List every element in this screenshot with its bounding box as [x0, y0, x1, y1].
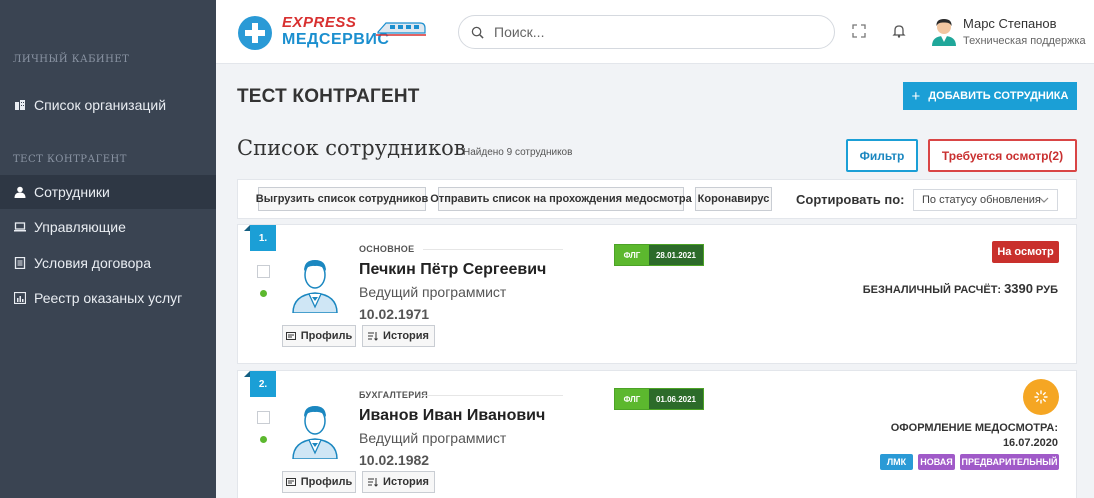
- history-list-icon: [368, 332, 378, 341]
- train-icon: [376, 22, 426, 36]
- history-label: История: [383, 330, 429, 342]
- sidebar-item-label: Условия договора: [34, 255, 151, 271]
- sidebar: ЛИЧНЫЙ КАБИНЕТ Список организаций ТЕСТ К…: [0, 0, 216, 498]
- tag-new: НОВАЯ: [918, 454, 955, 470]
- employee-number-badge: 2.: [244, 371, 276, 397]
- history-button[interactable]: История: [362, 325, 435, 347]
- profile-button[interactable]: Профиль: [282, 471, 356, 493]
- employee-list-title: Список сотрудников: [237, 136, 466, 160]
- employee-toolbar: Выгрузить список сотрудников Отправить с…: [237, 179, 1077, 219]
- user-name[interactable]: Марс Степанов: [963, 16, 1057, 31]
- sidebar-item-contract[interactable]: Условия договора: [0, 246, 216, 280]
- id-card-icon: [285, 478, 296, 486]
- search-input[interactable]: [494, 24, 814, 40]
- sidebar-section-personal: ЛИЧНЫЙ КАБИНЕТ: [13, 54, 130, 65]
- flg-label: ФЛГ: [615, 389, 649, 409]
- sidebar-item-organizations[interactable]: Список организаций: [0, 88, 216, 122]
- sidebar-item-label: Сотрудники: [34, 184, 110, 200]
- employee-card: 2. БУХГАЛТЕРИЯ Иванов Иван Иванович Веду…: [237, 370, 1077, 498]
- medical-cross-icon: [238, 16, 272, 50]
- employee-checkbox[interactable]: [257, 265, 270, 278]
- document-icon: [14, 257, 26, 269]
- flg-label: ФЛГ: [615, 245, 649, 265]
- laptop-icon: [14, 221, 26, 233]
- profile-button[interactable]: Профиль: [282, 325, 356, 347]
- fullscreen-icon[interactable]: [852, 24, 866, 38]
- logo-medservice: МЕДСЕРВИС: [282, 31, 390, 48]
- building-icon: [14, 99, 26, 111]
- id-card-icon: [285, 332, 296, 340]
- payment-currency: РУБ: [1036, 284, 1058, 296]
- employee-count: Найдено 9 сотрудников: [463, 147, 573, 158]
- history-button[interactable]: История: [362, 471, 435, 493]
- history-label: История: [383, 476, 429, 488]
- employee-avatar-icon: [292, 260, 338, 313]
- pending-spinner-icon: [1023, 379, 1059, 415]
- employee-position: Ведущий программист: [359, 430, 507, 446]
- sidebar-item-employees[interactable]: Сотрудники: [0, 175, 216, 209]
- profile-label: Профиль: [300, 330, 353, 342]
- employee-position: Ведущий программист: [359, 284, 507, 300]
- sort-label: Сортировать по:: [796, 192, 905, 207]
- sidebar-item-label: Управляющие: [34, 219, 126, 235]
- sidebar-item-label: Реестр оказаных услуг: [34, 290, 183, 306]
- history-list-icon: [368, 478, 378, 487]
- chevron-down-icon: [1039, 197, 1049, 203]
- user-role: Техническая поддержка: [963, 35, 1086, 47]
- top-header: EXPRESS МЕДСЕРВИС Марс Степанов Техничес…: [216, 0, 1094, 64]
- flg-date: 28.01.2021: [649, 245, 703, 265]
- payment-label: БЕЗНАЛИЧНЫЙ РАСЧЁТ:: [862, 284, 1001, 296]
- chart-icon: [14, 292, 26, 304]
- employee-birthdate: 10.02.1971: [359, 306, 430, 322]
- coronavirus-button[interactable]: Коронавирус: [695, 187, 772, 211]
- employee-name[interactable]: Печкин Пётр Сергеевич: [359, 261, 546, 279]
- employee-checkbox[interactable]: [257, 411, 270, 424]
- status-badge-to-exam[interactable]: На осмотр: [992, 241, 1059, 263]
- bell-icon[interactable]: [892, 24, 906, 38]
- online-status-dot: [260, 290, 267, 297]
- send-to-exam-button[interactable]: Отправить список на прохождения медосмот…: [430, 187, 692, 211]
- sidebar-item-services[interactable]: Реестр оказаных услуг: [0, 281, 216, 315]
- process-label: ОФОРМЛЕНИЕ МЕДОСМОТРА:: [890, 422, 1058, 434]
- payment-info: БЕЗНАЛИЧНЫЙ РАСЧЁТ: 3390 РУБ: [863, 281, 1058, 296]
- payment-amount: 3390: [1004, 281, 1033, 296]
- employee-card: 1. ОСНОВНОЕ Печкин Пётр Сергеевич Ведущи…: [237, 224, 1077, 364]
- logo[interactable]: EXPRESS МЕДСЕРВИС: [238, 12, 428, 52]
- employee-name[interactable]: Иванов Иван Иванович: [359, 407, 545, 425]
- profile-label: Профиль: [300, 476, 353, 488]
- employee-department: ОСНОВНОЕ: [359, 244, 565, 254]
- flg-date: 01.06.2021: [649, 389, 703, 409]
- user-avatar[interactable]: [930, 16, 958, 46]
- exam-required-button[interactable]: Требуется осмотр(2): [928, 139, 1077, 172]
- filter-button[interactable]: Фильтр: [846, 139, 918, 172]
- fluorography-badge: ФЛГ 28.01.2021: [614, 244, 704, 266]
- sidebar-section-company: ТЕСТ КОНТРАГЕНТ: [13, 154, 127, 165]
- export-employees-button[interactable]: Выгрузить список сотрудников: [256, 187, 428, 211]
- process-date: 16.07.2020: [1002, 437, 1058, 449]
- plus-icon: +: [911, 87, 921, 105]
- search-bar[interactable]: [458, 15, 835, 49]
- sort-select[interactable]: По статусу обновления: [913, 189, 1058, 211]
- sidebar-item-managers[interactable]: Управляющие: [0, 210, 216, 244]
- add-employee-label: ДОБАВИТЬ СОТРУДНИКА: [928, 90, 1069, 102]
- tag-lmk: ЛМК: [880, 454, 913, 470]
- page-title: ТЕСТ КОНТРАГЕНТ: [237, 86, 420, 107]
- sort-value: По статусу обновления: [922, 194, 1041, 206]
- online-status-dot: [260, 436, 267, 443]
- employee-number-badge: 1.: [244, 225, 276, 251]
- search-icon: [471, 26, 484, 39]
- sidebar-item-label: Список организаций: [34, 97, 167, 113]
- user-icon: [14, 186, 26, 198]
- logo-express: EXPRESS: [282, 14, 357, 31]
- fluorography-badge: ФЛГ 01.06.2021: [614, 388, 704, 410]
- tag-preliminary: ПРЕДВАРИТЕЛЬНЫЙ: [960, 454, 1059, 470]
- employee-avatar-icon: [292, 406, 338, 459]
- add-employee-button[interactable]: + ДОБАВИТЬ СОТРУДНИКА: [903, 82, 1077, 110]
- employee-birthdate: 10.02.1982: [359, 452, 430, 468]
- employee-department: БУХГАЛТЕРИЯ: [359, 390, 564, 400]
